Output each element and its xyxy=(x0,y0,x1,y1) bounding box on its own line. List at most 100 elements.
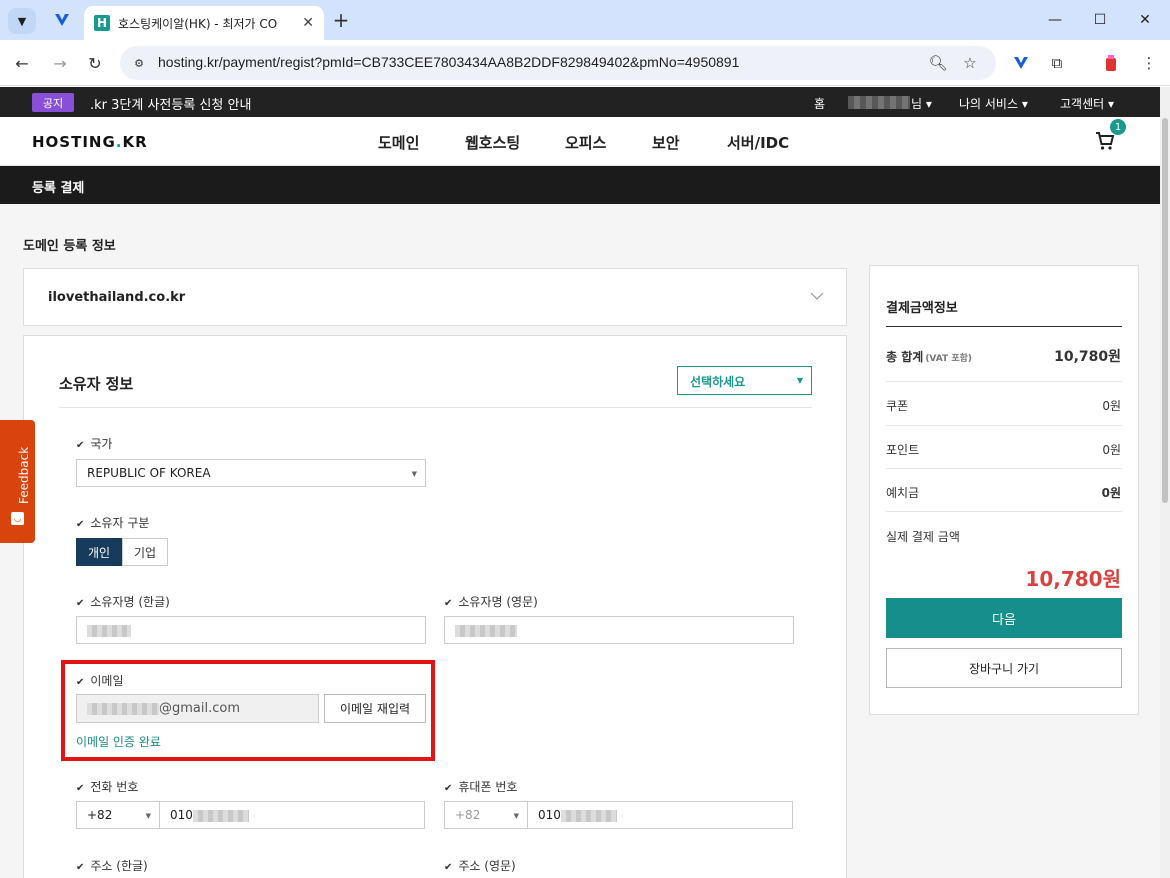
close-window-icon[interactable]: ✕ xyxy=(1130,8,1160,32)
feedback-tab[interactable]: Feedback ◡ xyxy=(0,420,35,543)
mobile-country-code[interactable]: +82 ▼ xyxy=(444,801,528,829)
site-info-icon[interactable]: ⚙ xyxy=(130,54,148,72)
owner-name-en-label: ✔ 소유자명 (영문) xyxy=(444,595,538,609)
deposit-value: 0원 xyxy=(1101,486,1121,500)
tab-title: 호스팅케이알(HK) - 최저가 CO xyxy=(118,16,278,31)
go-to-cart-button[interactable]: 장바구니 가기 xyxy=(886,648,1122,688)
actual-amount-label: 실제 결제 금액 xyxy=(886,530,960,544)
site-header: HOSTING.KR 도메인 웹호스팅 오피스 보안 서버/IDC xyxy=(0,117,1160,166)
feedback-icon: ◡ xyxy=(11,512,24,525)
next-button[interactable]: 다음 xyxy=(886,598,1122,638)
coupon-label: 쿠폰 xyxy=(886,399,909,413)
chevron-down-icon: ▼ xyxy=(17,14,27,28)
divider xyxy=(886,326,1122,327)
tab-list-button[interactable]: ▼ xyxy=(8,8,36,34)
notice-link[interactable]: .kr 3단계 사전등록 신청 안내 xyxy=(90,94,251,113)
check-icon: ✔ xyxy=(76,598,85,609)
browser-menu-icon[interactable]: ⋮ xyxy=(1138,52,1160,74)
caret-down-icon: ▼ xyxy=(513,812,519,820)
scrollbar-thumb[interactable] xyxy=(1162,118,1168,503)
browser-tab-bar: ▼ H 호스팅케이알(HK) - 최저가 CO ✕ + — ☐ ✕ xyxy=(0,0,1170,40)
my-services-menu[interactable]: 나의 서비스 ▾ xyxy=(959,95,1028,112)
phone-number-input[interactable]: 010 xyxy=(159,801,425,829)
bookmark-star-icon[interactable]: ☆ xyxy=(960,53,980,73)
mobile-label: ✔ 휴대폰 번호 xyxy=(444,780,518,794)
menu-domain[interactable]: 도메인 xyxy=(378,132,419,153)
zoom-icon[interactable]: 🔍︎ xyxy=(928,53,948,73)
owner-type-personal[interactable]: 개인 xyxy=(76,538,122,566)
country-select[interactable]: REPUBLIC OF KOREA ▼ xyxy=(76,459,426,487)
chevron-down-icon[interactable] xyxy=(810,289,824,303)
caret-down-icon: ▼ xyxy=(145,812,151,820)
forward-arrow-icon[interactable]: → xyxy=(48,51,72,75)
reload-icon[interactable]: ↻ xyxy=(83,51,107,75)
feedback-label: Feedback xyxy=(17,446,31,504)
mobile-number-input[interactable]: 010 xyxy=(527,801,793,829)
owner-select-dropdown[interactable]: 선택하세요 ▼ xyxy=(677,366,812,395)
address-en-label: ✔ 주소 (영문) xyxy=(444,859,516,873)
point-label: 포인트 xyxy=(886,443,920,457)
owner-name-kr-input[interactable] xyxy=(76,616,426,644)
menu-web-hosting[interactable]: 웹호스팅 xyxy=(465,132,520,153)
domain-accordion[interactable]: ilovethailand.co.kr xyxy=(23,268,847,326)
actual-amount-value: 10,780원 xyxy=(1025,567,1121,591)
new-tab-button[interactable]: + xyxy=(330,8,352,32)
hosting-favicon-icon: H xyxy=(94,15,110,31)
home-link[interactable]: 홈 xyxy=(814,95,825,112)
summary-title: 결제금액정보 xyxy=(886,301,958,316)
check-icon: ✔ xyxy=(76,440,85,451)
profile-avatar-icon[interactable] xyxy=(1100,52,1122,74)
notice-bar: 공지 .kr 3단계 사전등록 신청 안내 홈 님 ▾ 나의 서비스 ▾ 고객센… xyxy=(0,87,1160,117)
country-label: ✔ 국가 xyxy=(76,437,113,451)
check-icon: ✔ xyxy=(444,783,453,794)
divider xyxy=(886,511,1122,512)
divider xyxy=(886,425,1122,426)
total-label: 총 합계 (VAT 포함) xyxy=(886,350,972,364)
maximize-icon[interactable]: ☐ xyxy=(1085,8,1115,32)
active-tab[interactable]: H 호스팅케이알(HK) - 최저가 CO ✕ xyxy=(84,6,324,40)
section-title: 도메인 등록 정보 xyxy=(23,239,116,254)
check-icon: ✔ xyxy=(76,862,85,873)
owner-name-en-input[interactable] xyxy=(444,616,794,644)
pinned-tab[interactable] xyxy=(46,6,78,34)
caret-down-icon: ▼ xyxy=(796,376,803,385)
extensions-puzzle-icon[interactable]: ⧉ xyxy=(1046,52,1068,74)
owner-type-company[interactable]: 기업 xyxy=(122,538,168,566)
divider xyxy=(59,407,812,408)
user-menu[interactable]: 님 ▾ xyxy=(911,95,932,112)
vivaldi-logo-icon xyxy=(55,14,69,26)
back-arrow-icon[interactable]: ← xyxy=(10,51,34,75)
deposit-label: 예치금 xyxy=(886,486,920,500)
address-kr-label: ✔ 주소 (한글) xyxy=(76,859,148,873)
divider xyxy=(886,381,1122,382)
check-icon: ✔ xyxy=(444,598,453,609)
menu-security[interactable]: 보안 xyxy=(652,132,680,153)
highlight-box xyxy=(61,660,435,761)
menu-office[interactable]: 오피스 xyxy=(565,132,606,153)
payment-summary-panel: 결제금액정보 총 합계 (VAT 포함) 10,780원 쿠폰 0원 포인트 0원… xyxy=(869,265,1139,715)
support-menu[interactable]: 고객센터 ▾ xyxy=(1060,95,1114,112)
url-text[interactable]: hosting.kr/payment/regist?pmId=CB733CEE7… xyxy=(158,54,739,70)
coupon-value: 0원 xyxy=(1102,399,1121,413)
owner-info-title: 소유자 정보 xyxy=(59,375,134,393)
divider xyxy=(886,468,1122,469)
owner-name-kr-label: ✔ 소유자명 (한글) xyxy=(76,595,170,609)
phone-country-code[interactable]: +82 ▼ xyxy=(76,801,160,829)
domain-name: ilovethailand.co.kr xyxy=(48,290,186,305)
close-tab-icon[interactable]: ✕ xyxy=(302,15,314,31)
notice-badge: 공지 xyxy=(32,93,74,112)
minimize-icon[interactable]: — xyxy=(1040,8,1070,32)
blurred-user-name xyxy=(848,96,910,109)
owner-type-label: ✔ 소유자 구분 xyxy=(76,516,150,530)
vivaldi-extension-icon[interactable] xyxy=(1010,52,1032,74)
total-value: 10,780원 xyxy=(1054,349,1121,365)
cart-count-badge: 1 xyxy=(1110,119,1126,135)
check-icon: ✔ xyxy=(444,862,453,873)
point-value: 0원 xyxy=(1102,443,1121,457)
hosting-kr-logo[interactable]: HOSTING.KR xyxy=(32,133,148,151)
omnibox[interactable]: ⚙ hosting.kr/payment/regist?pmId=CB733CE… xyxy=(120,46,996,80)
phone-label: ✔ 전화 번호 xyxy=(76,780,139,794)
caret-down-icon: ▼ xyxy=(411,470,417,478)
menu-server-idc[interactable]: 서버/IDC xyxy=(727,132,789,153)
check-icon: ✔ xyxy=(76,519,85,530)
